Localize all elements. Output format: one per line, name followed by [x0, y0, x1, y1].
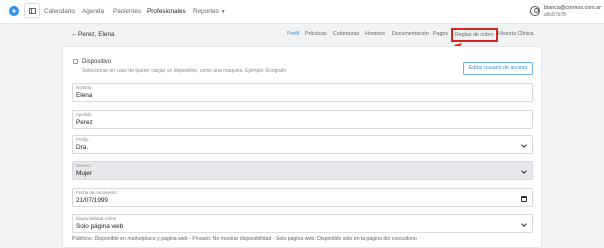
device-checkbox[interactable]	[73, 59, 78, 64]
prefijo-select[interactable]: Prefijo Dra.	[72, 135, 533, 154]
field-value: 21/07/1999	[76, 197, 108, 204]
device-label: Dispositivo	[82, 59, 112, 65]
genero-select: Genero Mujer	[72, 161, 533, 180]
availability-hint: Públicos: Disponible en marketplace y pá…	[72, 236, 417, 242]
field-label: Disponibilidad online	[76, 216, 117, 221]
edit-access-user-button[interactable]: Editar usuario de acceso	[463, 62, 533, 75]
apellido-field[interactable]: Apellido Perez	[72, 110, 533, 129]
field-label: Fecha de nacimiento	[76, 190, 117, 195]
field-value: Dra.	[76, 144, 89, 151]
field-value: Solo página web	[76, 223, 124, 230]
chevron-down-icon	[521, 142, 527, 148]
chevron-down-icon	[521, 168, 527, 174]
nombre-field[interactable]: Nombre Elena	[72, 83, 533, 102]
chevron-down-icon	[521, 221, 527, 227]
field-value: Perez	[76, 119, 93, 126]
field-label: Apellido	[76, 112, 92, 117]
calendar-icon[interactable]	[521, 196, 527, 202]
field-value: Mujer	[76, 170, 92, 177]
field-label: Nombre	[76, 85, 92, 90]
field-value: Elena	[76, 92, 93, 99]
fecha-nacimiento-field[interactable]: Fecha de nacimiento 21/07/1999	[72, 188, 533, 207]
device-hint: Seleccionar en caso de querer cargar un …	[82, 68, 287, 74]
disponibilidad-online-select[interactable]: Disponibilidad online Solo página web	[72, 214, 533, 233]
field-label: Genero	[76, 163, 91, 168]
field-label: Prefijo	[76, 137, 89, 142]
